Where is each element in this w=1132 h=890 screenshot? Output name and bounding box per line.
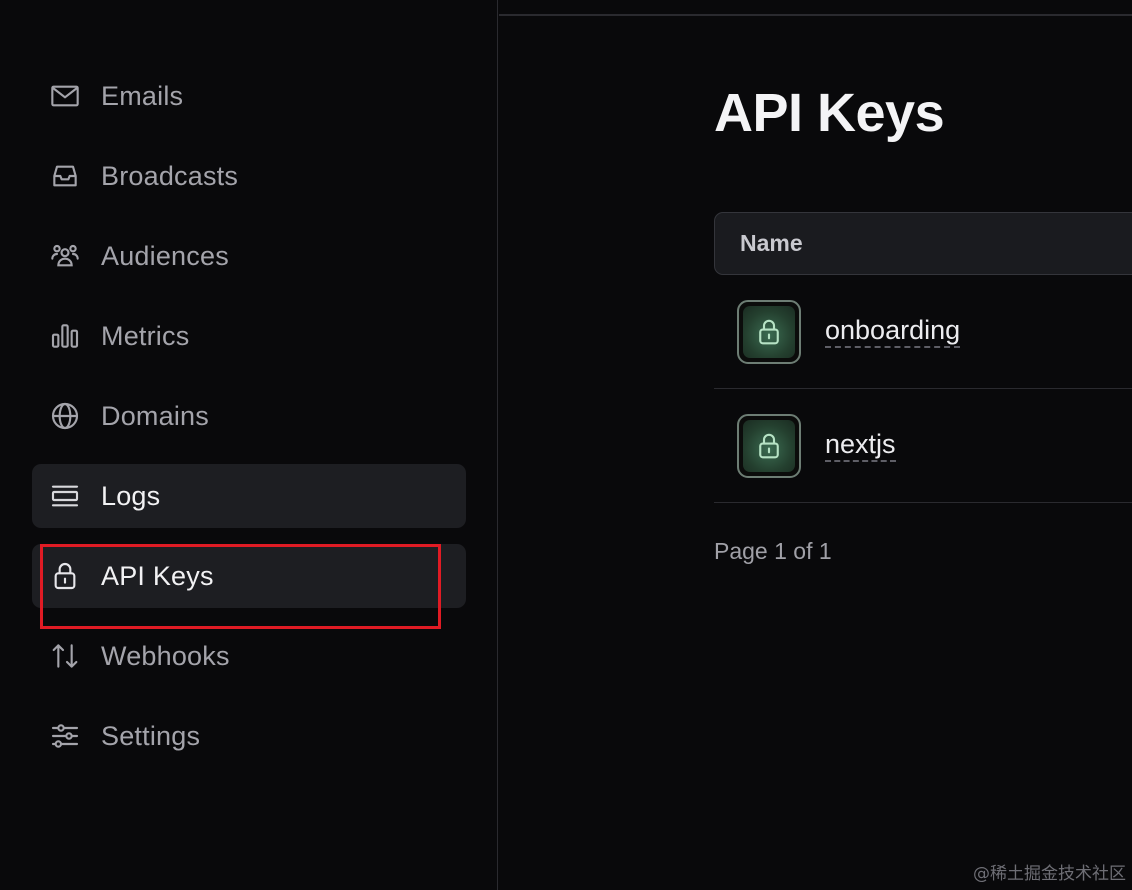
sidebar-item-label: Settings — [101, 720, 201, 751]
sidebar-item-api-keys[interactable]: API Keys — [32, 544, 466, 608]
users-icon — [49, 239, 83, 273]
arrows-up-down-icon — [49, 639, 83, 673]
sidebar-item-logs[interactable]: Logs — [32, 464, 466, 528]
sidebar-item-metrics[interactable]: Metrics — [32, 304, 466, 368]
sidebar-item-audiences[interactable]: Audiences — [32, 224, 466, 288]
sidebar-item-label: Metrics — [101, 320, 190, 351]
table-row[interactable]: nextjs — [714, 390, 1132, 503]
sidebar-item-settings[interactable]: Settings — [32, 704, 466, 768]
api-key-name-link[interactable]: onboarding — [825, 315, 961, 349]
sidebar-item-emails[interactable]: Emails — [32, 64, 466, 128]
app-window: Emails Broadcasts Audiences Metrics Doma… — [0, 0, 1132, 890]
sidebar-item-label: Audiences — [101, 240, 229, 271]
table-header: Name — [714, 212, 1132, 275]
watermark: @稀土掘金技术社区 — [973, 864, 1126, 884]
lock-icon — [737, 300, 801, 364]
mail-icon — [49, 79, 83, 113]
column-header-name[interactable]: Name — [740, 230, 803, 257]
sidebar-item-webhooks[interactable]: Webhooks — [32, 624, 466, 688]
header-divider — [499, 14, 1132, 16]
pagination-text: Page 1 of 1 — [714, 538, 832, 564]
api-key-name-link[interactable]: nextjs — [825, 429, 896, 463]
sliders-icon — [49, 719, 83, 753]
globe-icon — [49, 399, 83, 433]
bar-chart-icon — [49, 319, 83, 353]
page-title: API Keys — [714, 83, 945, 143]
sidebar-item-label: Logs — [101, 480, 161, 511]
sidebar-item-label: Emails — [101, 80, 184, 111]
sidebar-item-domains[interactable]: Domains — [32, 384, 466, 448]
sidebar-item-label: API Keys — [101, 560, 214, 591]
sidebar: Emails Broadcasts Audiences Metrics Doma… — [0, 0, 498, 890]
sidebar-item-label: Broadcasts — [101, 160, 239, 191]
lock-icon — [49, 559, 83, 593]
main-content: API Keys Name onboarding nextjs Page 1 o… — [499, 0, 1132, 890]
inbox-tray-icon — [49, 159, 83, 193]
sidebar-item-label: Domains — [101, 400, 209, 431]
list-lines-icon — [49, 479, 83, 513]
sidebar-item-label: Webhooks — [101, 640, 230, 671]
lock-icon — [737, 414, 801, 478]
table-row[interactable]: onboarding — [714, 276, 1132, 389]
sidebar-item-broadcasts[interactable]: Broadcasts — [32, 144, 466, 208]
